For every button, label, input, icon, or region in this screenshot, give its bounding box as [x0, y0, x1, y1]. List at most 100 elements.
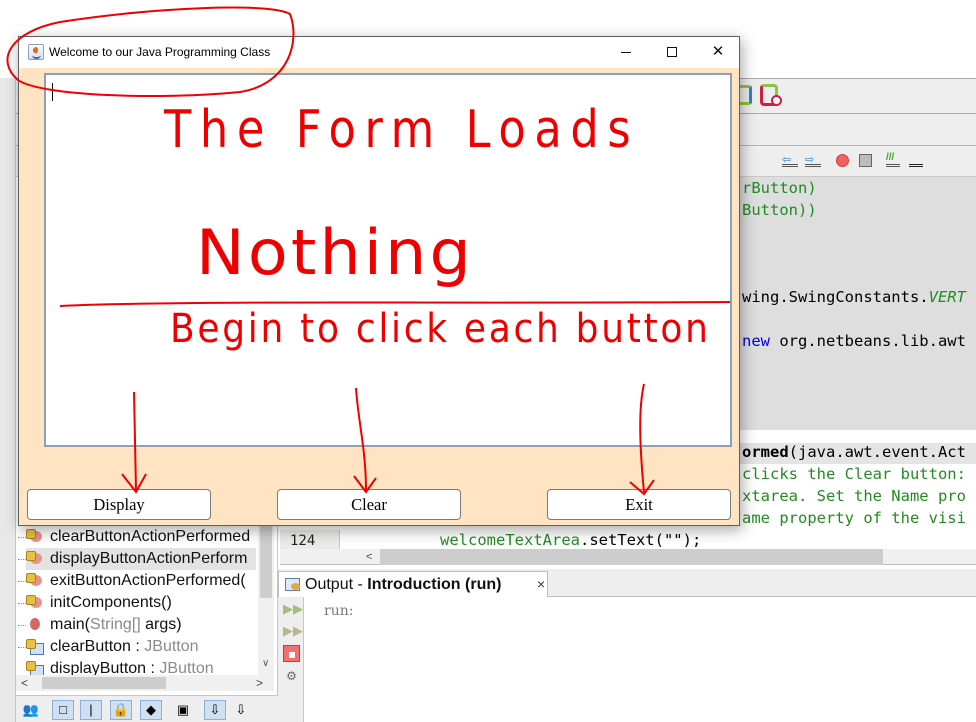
annotation-begin-click: Begin to click each button	[170, 306, 711, 352]
code-text: wing.SwingConstants.	[742, 288, 929, 306]
tree-connector	[18, 625, 26, 626]
navigator-item-type: JButton	[159, 660, 214, 675]
screen: ⇦ ⇨ /// rButton) Button)) wing.SwingCons…	[0, 0, 976, 722]
output-tab[interactable]: Output - Introduction (run) ×	[278, 571, 548, 598]
tree-connector	[18, 647, 26, 648]
editor-horizontal-scrollbar[interactable]: <	[280, 549, 976, 565]
show-local-classes-icon[interactable]: ◆	[140, 700, 162, 720]
code-line-2: Button))	[742, 201, 817, 219]
inherited-members-icon[interactable]: 👥	[20, 700, 42, 720]
scrollbar-thumb[interactable]	[260, 520, 272, 598]
scroll-down-icon[interactable]: ∨	[262, 658, 269, 669]
code-line-4: new org.netbeans.lib.awt	[742, 332, 966, 350]
scroll-left-icon[interactable]: <	[21, 675, 28, 691]
navigator-item-label-rest: args)	[140, 616, 182, 633]
code-field: welcomeTextArea	[440, 531, 580, 549]
settings-icon[interactable]: ⚙	[283, 668, 300, 685]
show-fqn-icon[interactable]: ▣	[172, 700, 194, 720]
code-line-124: welcomeTextArea.setText("");	[440, 531, 701, 549]
code-constant: VERT	[928, 288, 966, 306]
clear-button[interactable]: Clear	[277, 489, 461, 520]
java-icon	[28, 44, 44, 60]
navigator-item-label: exitButtonActionPerformed(	[50, 572, 246, 589]
output-tab-title: Introduction (run)	[367, 576, 502, 593]
annotation-form-loads: The Form Loads	[164, 100, 640, 160]
code-comment-3: ame property of the visi	[742, 509, 966, 527]
stop-macro-icon[interactable]	[859, 154, 872, 167]
stop-icon[interactable]	[283, 645, 300, 662]
window-title: Welcome to our Java Programming Class	[49, 45, 271, 59]
navigator-item-type: JButton	[144, 638, 199, 655]
rerun-icon[interactable]: ▶▶	[283, 600, 303, 617]
display-button[interactable]: Display	[27, 489, 211, 520]
method-icon	[26, 529, 42, 543]
method-icon	[26, 573, 42, 587]
close-icon: ✕	[711, 43, 725, 60]
rerun-with-params-icon[interactable]: ▶▶	[283, 622, 303, 639]
navigator-horizontal-scrollbar[interactable]: < >	[16, 675, 274, 691]
comment-icon[interactable]: ///	[886, 153, 900, 167]
scroll-right-icon[interactable]: >	[256, 675, 263, 691]
tree-connector	[18, 581, 26, 582]
navigator-item-label: displayButton :	[50, 660, 160, 675]
output-tab-prefix: Output -	[305, 576, 368, 593]
show-fields-icon[interactable]: □	[52, 700, 74, 720]
navigator-item[interactable]: clearButtonActionPerformed	[18, 526, 251, 548]
uncomment-icon[interactable]	[909, 157, 923, 167]
field-icon	[26, 661, 44, 675]
navigator-item[interactable]: exitButtonActionPerformed(	[18, 570, 246, 592]
navigator-item-label: displayButtonActionPerform	[50, 550, 248, 567]
scroll-left-icon[interactable]: <	[366, 549, 372, 565]
scrollbar-thumb[interactable]	[380, 549, 883, 565]
navigator-item-label: clearButtonActionPerformed	[50, 528, 251, 545]
navigator-item[interactable]: displayButton : JButton	[26, 658, 214, 675]
output-tabbar: Output - Introduction (run) ×	[278, 569, 976, 598]
navigator-item-selected[interactable]: displayButtonActionPerform	[18, 548, 256, 570]
code-keyword: new	[742, 332, 770, 350]
close-button[interactable]: ✕	[695, 37, 741, 68]
minimize-button[interactable]	[603, 37, 649, 68]
window-titlebar[interactable]: Welcome to our Java Programming Class ✕	[19, 37, 739, 68]
code-line-5: ormed(java.awt.event.Act	[742, 443, 966, 461]
sort-by-source-icon[interactable]: ⇩	[230, 700, 252, 720]
output-sidebar: ▶▶ ▶▶ ⚙	[278, 597, 304, 722]
field-icon	[26, 639, 44, 655]
annotation-nothing: Nothing	[196, 216, 475, 289]
navigator-item-label: clearButton :	[50, 638, 145, 655]
output-panel: ▶▶ ▶▶ ⚙ run:	[278, 597, 976, 722]
navigator-toolbar: 👥 □ | 🔒 ◆ ▣ ⇩ ⇩	[16, 695, 278, 722]
code-line-3: wing.SwingConstants.VERT	[742, 288, 966, 306]
navigator-item[interactable]: main(String[] args)	[18, 614, 182, 636]
code-text: .setText("");	[579, 531, 702, 549]
maximize-button[interactable]	[649, 37, 695, 68]
navigator-item[interactable]: clearButton : JButton	[18, 636, 199, 658]
sort-by-name-icon[interactable]: ⇩	[204, 700, 226, 720]
shift-left-icon[interactable]: ⇦	[782, 153, 798, 167]
navigator-item-label: main(	[50, 616, 91, 633]
tree-connector	[18, 537, 26, 538]
code-comment-1: clicks the Clear button:	[742, 465, 966, 483]
code-text: org.netbeans.lib.awt	[770, 332, 966, 350]
show-static-icon[interactable]: |	[80, 700, 102, 720]
method-icon	[26, 551, 42, 565]
exit-button[interactable]: Exit	[547, 489, 731, 520]
code-line-1: rButton)	[742, 179, 817, 197]
minimize-icon	[621, 51, 631, 53]
tree-connector	[18, 559, 26, 560]
navigator-item[interactable]: initComponents()	[18, 592, 172, 614]
profile-badge-icon	[771, 95, 782, 106]
line-number: 124	[280, 530, 340, 550]
close-icon[interactable]: ×	[537, 572, 545, 597]
code-comment-2: xtarea. Set the Name pro	[742, 487, 966, 505]
method-icon	[26, 595, 42, 609]
scrollbar-thumb[interactable]	[42, 677, 166, 689]
tree-connector	[18, 603, 26, 604]
navigator-item-type: String[]	[90, 616, 141, 633]
record-macro-icon[interactable]	[836, 154, 849, 167]
shift-right-icon[interactable]: ⇨	[805, 153, 821, 167]
ide-left-strip	[0, 78, 16, 722]
main-method-icon	[26, 617, 42, 631]
show-non-public-icon[interactable]: 🔒	[110, 700, 132, 720]
navigator-vertical-scrollbar[interactable]	[258, 520, 274, 675]
text-caret	[52, 83, 53, 101]
